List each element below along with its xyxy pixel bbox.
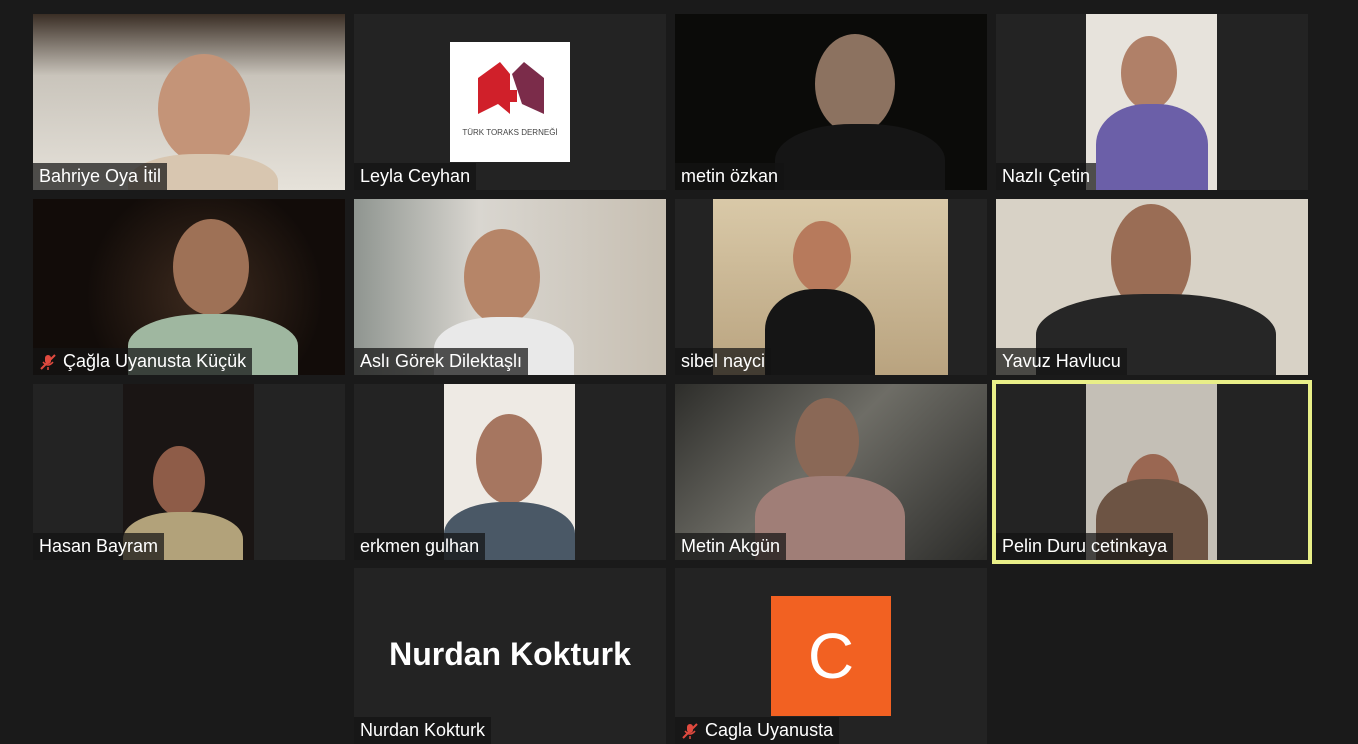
video-tile-hasan[interactable]: Hasan Bayram: [33, 384, 345, 560]
muted-mic-icon: [682, 722, 698, 739]
participant-face: [815, 34, 895, 134]
participant-name: Bahriye Oya İtil: [33, 163, 168, 190]
muted-mic-icon: [40, 353, 56, 370]
video-tile-bahriye[interactable]: Bahriye Oya İtil: [33, 14, 345, 190]
participant-name: Nurdan Kokturk: [354, 717, 492, 744]
participant-face: [464, 229, 540, 325]
participant-face: [1121, 36, 1177, 110]
participant-name: Cagla Uyanusta: [675, 717, 840, 744]
video-feed: [1086, 14, 1217, 190]
participant-face: [795, 398, 859, 484]
video-tile-nurdan[interactable]: Nurdan Kokturk Nurdan Kokturk: [354, 568, 666, 744]
participant-face: [158, 54, 250, 164]
video-tile-cagla-kucuk[interactable]: Çağla Uyanusta Küçük: [33, 199, 345, 375]
logo-image: TÜRK TORAKS DERNEĞİ: [450, 42, 570, 162]
participant-name: Leyla Ceyhan: [354, 163, 477, 190]
participant-name: erkmen gulhan: [354, 533, 486, 560]
participant-name: Aslı Görek Dilektaşlı: [354, 348, 529, 375]
participant-name: Metin Akgün: [675, 533, 787, 560]
display-name-large: Nurdan Kokturk: [389, 636, 631, 672]
participant-face: [153, 446, 205, 516]
avatar: C: [771, 596, 891, 716]
participant-name: Nazlı Çetin: [996, 163, 1097, 190]
video-tile-erkmen[interactable]: erkmen gulhan: [354, 384, 666, 560]
video-tile-metin-ozkan[interactable]: metin özkan: [675, 14, 987, 190]
participant-name: Yavuz Havlucu: [996, 348, 1127, 375]
video-tile-yavuz[interactable]: Yavuz Havlucu: [996, 199, 1308, 375]
video-tile-cagla[interactable]: C Cagla Uyanusta: [675, 568, 987, 744]
participant-body: [765, 289, 875, 375]
video-tile-pelin-active-speaker[interactable]: Pelin Duru cetinkaya: [992, 380, 1312, 564]
video-tile-asli[interactable]: Aslı Görek Dilektaşlı: [354, 199, 666, 375]
participant-name: Hasan Bayram: [33, 533, 165, 560]
turk-toraks-logo-icon: [478, 62, 544, 114]
participant-body: [775, 124, 945, 190]
logo-text: TÜRK TORAKS DERNEĞİ: [462, 128, 558, 137]
video-tile-sibel[interactable]: sibel nayci: [675, 199, 987, 375]
video-tile-nazli[interactable]: Nazlı Çetin: [996, 14, 1308, 190]
participant-body: [1096, 104, 1208, 190]
video-tile-metin-akgun[interactable]: Metin Akgün: [675, 384, 987, 560]
participant-name: Çağla Uyanusta Küçük: [33, 348, 253, 375]
participant-name: metin özkan: [675, 163, 785, 190]
participant-face: [173, 219, 249, 315]
video-tile-leyla[interactable]: TÜRK TORAKS DERNEĞİ Leyla Ceyhan: [354, 14, 666, 190]
participant-name: sibel nayci: [675, 348, 772, 375]
participant-face: [793, 221, 851, 293]
participant-name: Pelin Duru cetinkaya: [996, 533, 1174, 560]
participant-face: [476, 414, 542, 504]
